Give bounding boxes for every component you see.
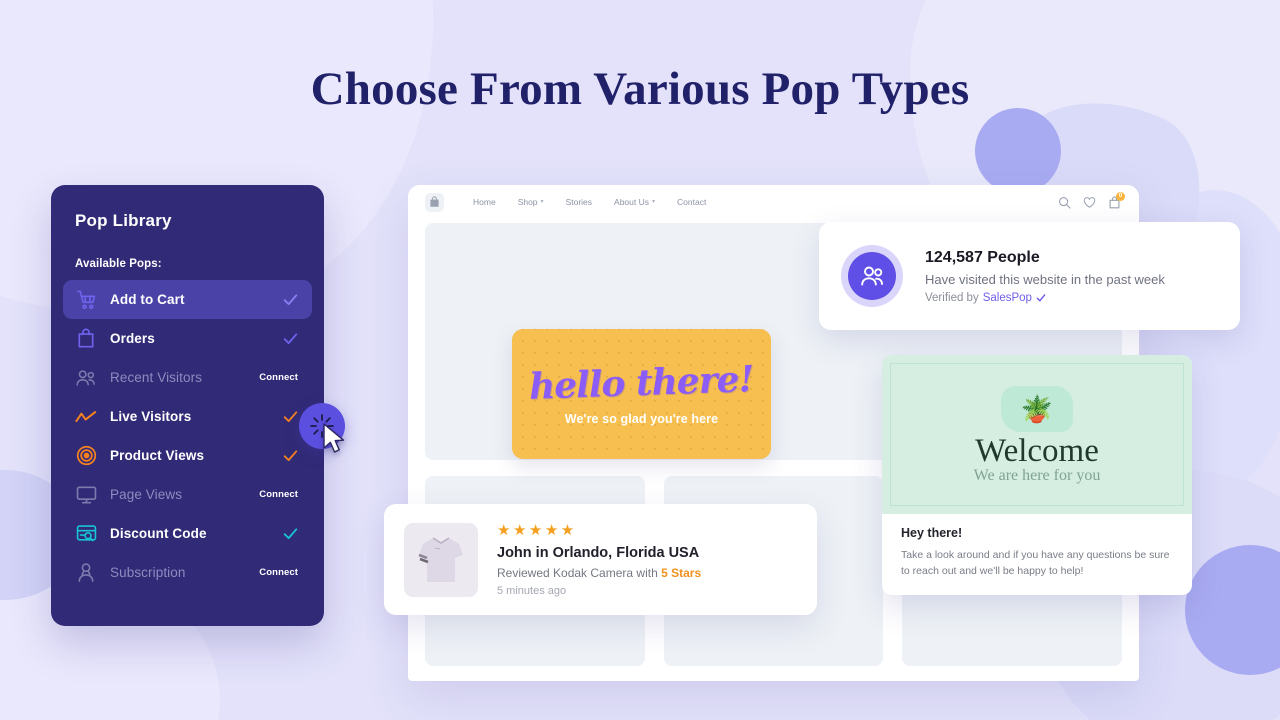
heart-icon[interactable]	[1083, 196, 1096, 209]
discount-search-icon	[75, 523, 97, 545]
review-detail-prefix: Reviewed Kodak Camera with	[497, 565, 658, 580]
pop-library-list: Add to Cart Orders Recent Visitors Connect L…	[63, 280, 312, 592]
pop-library-subtitle: Available Pops:	[75, 258, 162, 270]
pop-item-connect-button[interactable]: Connect	[259, 372, 298, 383]
pop-item-enabled-check-icon[interactable]	[283, 410, 298, 424]
welcome-body-text: Take a look around and if you have any q…	[901, 549, 1170, 578]
welcome-subheading: We are here for you	[973, 467, 1101, 485]
search-icon[interactable]	[1058, 196, 1071, 209]
pop-item-label: Live Visitors	[110, 409, 192, 424]
review-detail-highlight: 5 Stars	[661, 565, 702, 580]
target-icon	[75, 445, 97, 467]
pop-item-live-visitors[interactable]: Live Visitors	[63, 397, 312, 436]
review-detail: Reviewed Kodak Camera with 5 Stars	[497, 566, 797, 580]
pop-item-enabled-check-icon[interactable]	[283, 449, 298, 463]
hello-there-script-text: hello there!	[528, 358, 755, 408]
nav-link-about-us[interactable]: About Us ▾	[603, 197, 666, 207]
pop-item-enabled-check-icon[interactable]	[283, 332, 298, 346]
cart-badge: 0	[1116, 191, 1125, 201]
background-circle-top-right	[975, 108, 1061, 194]
pop-library-panel: Pop Library Available Pops: Add to Cart O…	[51, 185, 324, 626]
chevron-down-icon: ▾	[540, 199, 544, 205]
chevron-down-icon: ▾	[652, 199, 656, 205]
welcome-heading: Welcome	[975, 432, 1099, 469]
verified-brand[interactable]: SalesPop	[983, 292, 1032, 304]
page-root: Choose From Various Pop Types Pop Librar…	[0, 0, 1280, 720]
pop-item-product-views[interactable]: Product Views	[63, 436, 312, 475]
review-pop-text: ★★★★★ John in Orlando, Florida USA Revie…	[497, 523, 797, 597]
welcome-body-title: Hey there!	[901, 526, 963, 540]
pop-item-label: Discount Code	[110, 526, 207, 541]
reviewer-name: John in Orlando, Florida USA	[497, 544, 700, 561]
pop-item-connect-button[interactable]: Connect	[259, 567, 298, 578]
pop-item-label: Recent Visitors	[110, 370, 203, 385]
shopping-bag-icon	[75, 328, 97, 350]
background-circle-bottom-right	[1185, 545, 1280, 675]
people-icon	[75, 367, 97, 389]
nav-link-label: Stories	[565, 197, 593, 207]
review-pop[interactable]: ★★★★★ John in Orlando, Florida USA Revie…	[384, 504, 817, 615]
pop-item-label: Add to Cart	[110, 292, 185, 307]
store-bag-icon[interactable]	[425, 192, 444, 212]
browser-navbar: Home Shop ▾ Stories About Us ▾ Contact 0	[408, 185, 1139, 219]
browser-nav-links: Home Shop ▾ Stories About Us ▾ Contact	[462, 197, 1058, 207]
pop-item-page-views[interactable]: Page Views Connect	[63, 475, 312, 514]
page-title: Choose From Various Pop Types	[310, 63, 970, 115]
pop-item-enabled-check-icon[interactable]	[283, 293, 298, 307]
shopping-cart-icon	[75, 289, 97, 311]
visitors-count-pop[interactable]: 124,587 People Have visited this website…	[819, 222, 1240, 330]
pop-item-discount-code[interactable]: Discount Code	[63, 514, 312, 553]
pop-item-label: Product Views	[110, 448, 205, 463]
browser-nav-icons: 0	[1058, 191, 1125, 209]
trend-line-icon	[75, 406, 97, 428]
pop-item-label: Page Views	[110, 487, 183, 502]
nav-link-contact[interactable]: Contact	[666, 197, 717, 207]
pop-item-label: Subscription	[110, 565, 186, 580]
nav-link-stories[interactable]: Stories	[555, 197, 603, 207]
person-icon	[75, 562, 97, 584]
nav-link-shop[interactable]: Shop ▾	[507, 197, 555, 207]
potted-plant-icon: 🪴	[1001, 385, 1073, 432]
hello-there-subtitle: We're so glad you're here	[564, 412, 719, 426]
tshirt-product-icon	[404, 522, 478, 597]
cart-icon[interactable]: 0	[1108, 191, 1125, 209]
visitors-description: Have visited this website in the past we…	[925, 271, 1165, 287]
pop-item-add-to-cart[interactable]: Add to Cart	[63, 280, 312, 319]
pop-item-recent-visitors[interactable]: Recent Visitors Connect	[63, 358, 312, 397]
pop-item-connect-button[interactable]: Connect	[259, 489, 298, 500]
welcome-body: Hey there! Take a look around and if you…	[882, 514, 1192, 580]
people-group-icon	[848, 252, 896, 300]
visitors-count: 124,587 People	[925, 248, 1040, 266]
pop-item-orders[interactable]: Orders	[63, 319, 312, 358]
visitors-pop-text: 124,587 People Have visited this website…	[925, 249, 1218, 304]
visitors-verified-line: Verified by SalesPop	[925, 292, 1218, 304]
nav-link-home[interactable]: Home	[462, 197, 507, 207]
nav-link-label: Home	[473, 197, 496, 207]
nav-link-label: Shop	[517, 197, 538, 207]
hello-there-pop[interactable]: hello there! We're so glad you're here	[512, 329, 771, 459]
star-rating: ★★★★★	[497, 521, 577, 539]
review-time: 5 minutes ago	[497, 584, 567, 597]
verified-prefix: Verified by	[925, 291, 979, 304]
visitors-avatar-ring	[841, 245, 903, 307]
welcome-banner-inner: 🪴 Welcome We are here for you	[890, 363, 1184, 506]
pop-item-label: Orders	[110, 331, 155, 346]
welcome-pop[interactable]: 🪴 Welcome We are here for you Hey there!…	[882, 355, 1192, 595]
mouse-pointer-icon[interactable]	[322, 423, 348, 455]
nav-link-label: About Us	[614, 197, 649, 207]
nav-link-label: Contact	[677, 197, 707, 207]
check-icon	[1036, 293, 1046, 301]
monitor-icon	[75, 484, 97, 506]
pop-item-subscription[interactable]: Subscription Connect	[63, 553, 312, 592]
pop-library-title: Pop Library	[75, 211, 172, 230]
pop-item-enabled-check-icon[interactable]	[283, 527, 298, 541]
welcome-banner: 🪴 Welcome We are here for you	[882, 355, 1192, 514]
